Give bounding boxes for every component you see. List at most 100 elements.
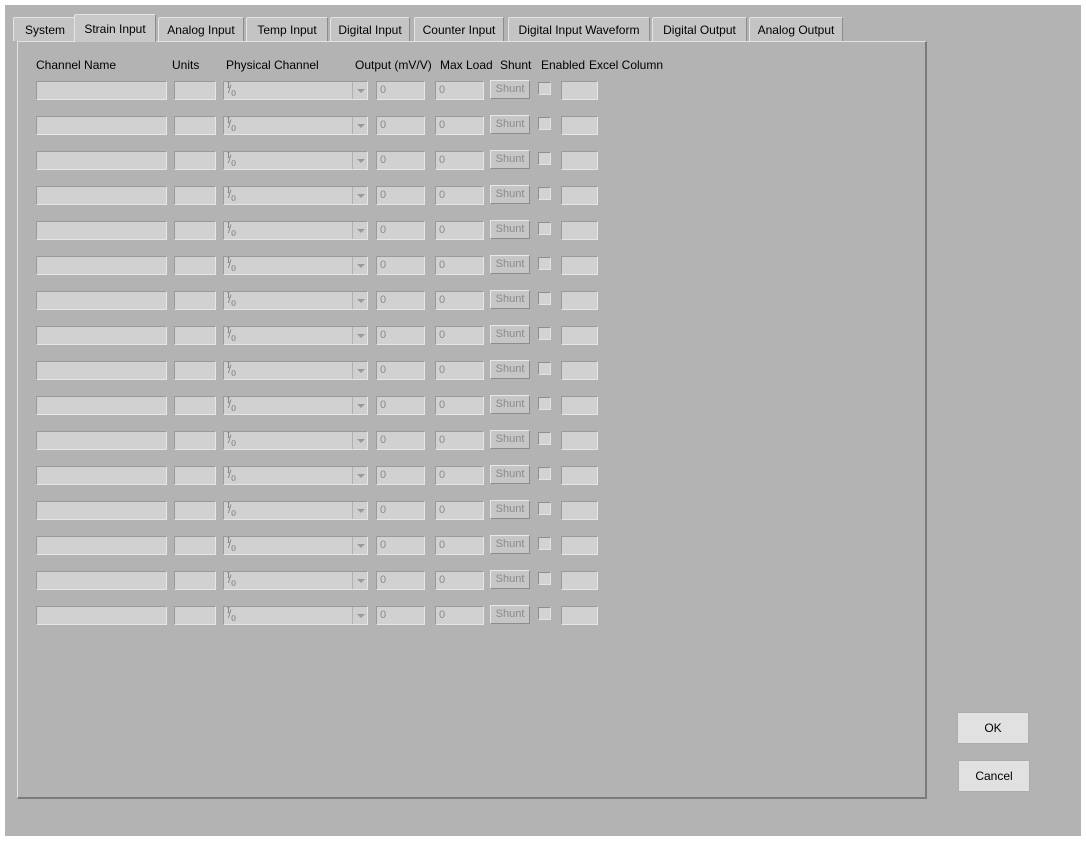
chevron-down-icon[interactable] bbox=[352, 467, 367, 484]
output-input[interactable]: 0 bbox=[376, 501, 425, 520]
enabled-checkbox[interactable] bbox=[538, 187, 551, 200]
enabled-checkbox[interactable] bbox=[538, 502, 551, 515]
output-input[interactable]: 0 bbox=[376, 536, 425, 555]
shunt-button[interactable]: Shunt bbox=[490, 395, 530, 414]
output-input[interactable]: 0 bbox=[376, 466, 425, 485]
excel-column-input[interactable] bbox=[561, 431, 598, 450]
tab-analog-input[interactable]: Analog Input bbox=[158, 17, 244, 41]
excel-column-input[interactable] bbox=[561, 81, 598, 100]
max-load-input[interactable]: 0 bbox=[435, 186, 484, 205]
excel-column-input[interactable] bbox=[561, 396, 598, 415]
excel-column-input[interactable] bbox=[561, 361, 598, 380]
enabled-checkbox[interactable] bbox=[538, 222, 551, 235]
chevron-down-icon[interactable] bbox=[352, 607, 367, 624]
channel-name-input[interactable] bbox=[36, 291, 167, 310]
channel-name-input[interactable] bbox=[36, 116, 167, 135]
shunt-button[interactable]: Shunt bbox=[490, 325, 530, 344]
enabled-checkbox[interactable] bbox=[538, 362, 551, 375]
enabled-checkbox[interactable] bbox=[538, 572, 551, 585]
output-input[interactable]: 0 bbox=[376, 221, 425, 240]
enabled-checkbox[interactable] bbox=[538, 152, 551, 165]
enabled-checkbox[interactable] bbox=[538, 82, 551, 95]
channel-name-input[interactable] bbox=[36, 571, 167, 590]
excel-column-input[interactable] bbox=[561, 326, 598, 345]
physical-channel-select[interactable]: I/0 bbox=[223, 186, 368, 205]
physical-channel-select[interactable]: I/0 bbox=[223, 466, 368, 485]
excel-column-input[interactable] bbox=[561, 256, 598, 275]
max-load-input[interactable]: 0 bbox=[435, 221, 484, 240]
excel-column-input[interactable] bbox=[561, 606, 598, 625]
units-input[interactable] bbox=[174, 291, 216, 310]
tab-strain-input[interactable]: Strain Input bbox=[74, 14, 156, 42]
output-input[interactable]: 0 bbox=[376, 151, 425, 170]
excel-column-input[interactable] bbox=[561, 501, 598, 520]
shunt-button[interactable]: Shunt bbox=[490, 535, 530, 554]
channel-name-input[interactable] bbox=[36, 396, 167, 415]
output-input[interactable]: 0 bbox=[376, 256, 425, 275]
excel-column-input[interactable] bbox=[561, 291, 598, 310]
output-input[interactable]: 0 bbox=[376, 396, 425, 415]
max-load-input[interactable]: 0 bbox=[435, 151, 484, 170]
physical-channel-select[interactable]: I/0 bbox=[223, 151, 368, 170]
max-load-input[interactable]: 0 bbox=[435, 81, 484, 100]
physical-channel-select[interactable]: I/0 bbox=[223, 571, 368, 590]
output-input[interactable]: 0 bbox=[376, 361, 425, 380]
shunt-button[interactable]: Shunt bbox=[490, 115, 530, 134]
channel-name-input[interactable] bbox=[36, 186, 167, 205]
shunt-button[interactable]: Shunt bbox=[490, 605, 530, 624]
units-input[interactable] bbox=[174, 606, 216, 625]
output-input[interactable]: 0 bbox=[376, 291, 425, 310]
physical-channel-select[interactable]: I/0 bbox=[223, 256, 368, 275]
units-input[interactable] bbox=[174, 256, 216, 275]
enabled-checkbox[interactable] bbox=[538, 327, 551, 340]
max-load-input[interactable]: 0 bbox=[435, 116, 484, 135]
physical-channel-select[interactable]: I/0 bbox=[223, 431, 368, 450]
excel-column-input[interactable] bbox=[561, 186, 598, 205]
excel-column-input[interactable] bbox=[561, 221, 598, 240]
channel-name-input[interactable] bbox=[36, 466, 167, 485]
physical-channel-select[interactable]: I/0 bbox=[223, 326, 368, 345]
channel-name-input[interactable] bbox=[36, 151, 167, 170]
channel-name-input[interactable] bbox=[36, 326, 167, 345]
shunt-button[interactable]: Shunt bbox=[490, 220, 530, 239]
channel-name-input[interactable] bbox=[36, 431, 167, 450]
enabled-checkbox[interactable] bbox=[538, 257, 551, 270]
tab-digital-input[interactable]: Digital Input bbox=[330, 17, 410, 41]
units-input[interactable] bbox=[174, 396, 216, 415]
units-input[interactable] bbox=[174, 221, 216, 240]
physical-channel-select[interactable]: I/0 bbox=[223, 291, 368, 310]
channel-name-input[interactable] bbox=[36, 256, 167, 275]
output-input[interactable]: 0 bbox=[376, 431, 425, 450]
chevron-down-icon[interactable] bbox=[352, 362, 367, 379]
units-input[interactable] bbox=[174, 151, 216, 170]
output-input[interactable]: 0 bbox=[376, 116, 425, 135]
units-input[interactable] bbox=[174, 186, 216, 205]
channel-name-input[interactable] bbox=[36, 536, 167, 555]
shunt-button[interactable]: Shunt bbox=[490, 150, 530, 169]
chevron-down-icon[interactable] bbox=[352, 187, 367, 204]
output-input[interactable]: 0 bbox=[376, 606, 425, 625]
enabled-checkbox[interactable] bbox=[538, 607, 551, 620]
shunt-button[interactable]: Shunt bbox=[490, 290, 530, 309]
units-input[interactable] bbox=[174, 501, 216, 520]
max-load-input[interactable]: 0 bbox=[435, 466, 484, 485]
physical-channel-select[interactable]: I/0 bbox=[223, 501, 368, 520]
shunt-button[interactable]: Shunt bbox=[490, 465, 530, 484]
units-input[interactable] bbox=[174, 81, 216, 100]
chevron-down-icon[interactable] bbox=[352, 397, 367, 414]
excel-column-input[interactable] bbox=[561, 536, 598, 555]
max-load-input[interactable]: 0 bbox=[435, 606, 484, 625]
tab-digital-input-waveform[interactable]: Digital Input Waveform bbox=[508, 17, 650, 41]
cancel-button[interactable]: Cancel bbox=[958, 760, 1030, 792]
channel-name-input[interactable] bbox=[36, 361, 167, 380]
tab-temp-input[interactable]: Temp Input bbox=[246, 17, 328, 41]
channel-name-input[interactable] bbox=[36, 81, 167, 100]
enabled-checkbox[interactable] bbox=[538, 117, 551, 130]
output-input[interactable]: 0 bbox=[376, 326, 425, 345]
tab-digital-output[interactable]: Digital Output bbox=[652, 17, 747, 41]
excel-column-input[interactable] bbox=[561, 571, 598, 590]
chevron-down-icon[interactable] bbox=[352, 152, 367, 169]
output-input[interactable]: 0 bbox=[376, 81, 425, 100]
units-input[interactable] bbox=[174, 326, 216, 345]
excel-column-input[interactable] bbox=[561, 116, 598, 135]
